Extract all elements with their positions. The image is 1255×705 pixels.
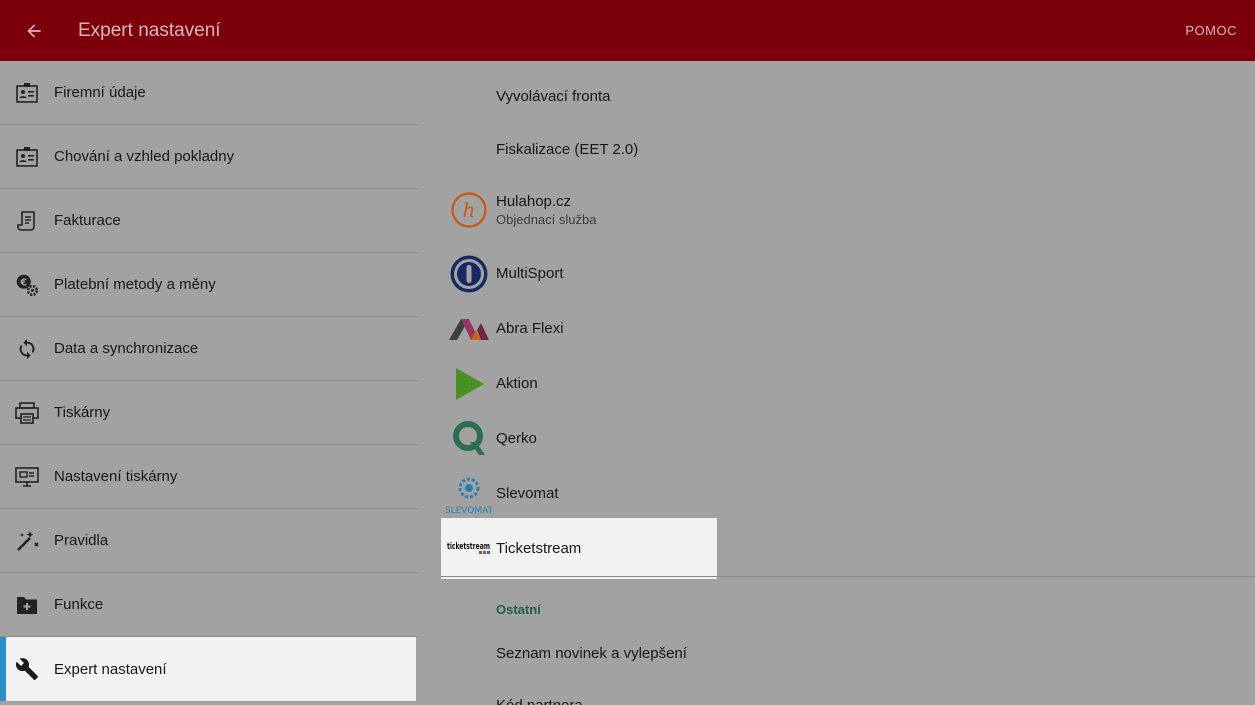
- list-item-hulahop[interactable]: h Hulahop.cz Objednací služba: [441, 182, 717, 237]
- sidebar-item-printers[interactable]: Tiskárny: [0, 381, 418, 445]
- sidebar-item-label: Nastavení tiskárny: [54, 468, 178, 485]
- wrench-icon: [0, 637, 54, 701]
- qerko-logo: [441, 411, 496, 466]
- list-item-title: Aktion: [496, 375, 538, 392]
- arrow-left-icon: [27, 23, 41, 38]
- sidebar-item-label: Expert nastavení: [54, 660, 167, 678]
- ticketstream-logo: ticketstream: [441, 521, 496, 576]
- page-title: Expert nastavení: [78, 19, 221, 41]
- settings-content: Vyvolávací fronta Fiskalizace (EET 2.0) …: [418, 61, 1255, 705]
- list-item-slevomat[interactable]: SLEVOMAT Slevomat: [441, 466, 717, 521]
- list-item-title: MultiSport: [496, 265, 564, 282]
- list-item-fiscalization[interactable]: Fiskalizace (EET 2.0): [441, 122, 717, 177]
- sidebar-item-functions[interactable]: Funkce: [0, 573, 418, 637]
- hulahop-logo: h: [441, 182, 496, 237]
- sidebar-item-label: Pravidla: [54, 532, 109, 549]
- sidebar-item-label: Funkce: [54, 596, 104, 613]
- sidebar-item-expert-settings[interactable]: Expert nastavení: [0, 637, 416, 701]
- back-button[interactable]: [0, 0, 68, 61]
- list-item-abra-flexi[interactable]: Abra Flexi: [441, 301, 717, 356]
- sidebar-item-company[interactable]: Firemní údaje: [0, 61, 418, 125]
- svg-text:€: €: [19, 277, 27, 288]
- invoice-scroll-icon: [0, 189, 54, 253]
- ticketstream-logo-text: ticketstream: [447, 542, 490, 552]
- list-item-qerko[interactable]: Qerko: [441, 411, 717, 466]
- list-item-title: Kód partnera: [496, 697, 583, 705]
- magic-wand-icon: [0, 509, 54, 573]
- list-item-title: Ticketstream: [496, 540, 582, 557]
- sidebar-item-invoicing[interactable]: Fakturace: [0, 189, 418, 253]
- svg-text:h: h: [462, 198, 475, 222]
- help-button[interactable]: POMOC: [1185, 0, 1237, 61]
- list-item-title: Abra Flexi: [496, 320, 564, 337]
- sidebar-item-sync[interactable]: Data a synchronizace: [0, 317, 418, 381]
- sidebar-item-label: Data a synchronizace: [54, 340, 199, 357]
- list-item-title: Slevomat: [496, 485, 559, 502]
- sidebar-item-payment-methods[interactable]: € Platební metody a měny: [0, 253, 418, 317]
- aktion-logo: [441, 356, 496, 411]
- contact-card-icon: [0, 125, 54, 189]
- list-item-title: Vyvolávací fronta: [496, 88, 611, 105]
- printer-settings-icon: [0, 445, 54, 509]
- list-item-call-queue[interactable]: Vyvolávací fronta: [441, 69, 717, 124]
- slevomat-logo-text: SLEVOMAT: [446, 506, 492, 516]
- printer-icon: [0, 381, 54, 445]
- list-item-subtitle: Objednací služba: [496, 211, 597, 227]
- sidebar-item-label: Chování a vzhled pokladny: [54, 148, 235, 165]
- sync-icon: [0, 317, 54, 381]
- currency-gear-icon: €: [0, 253, 54, 317]
- multisport-logo: [441, 246, 496, 301]
- slevomat-logo: SLEVOMAT: [441, 466, 496, 521]
- list-item-title: Hulahop.cz: [496, 192, 572, 210]
- abra-flexi-logo: [441, 301, 496, 356]
- sidebar-item-label: Platební metody a měny: [54, 276, 216, 293]
- list-item-title: Fiskalizace (EET 2.0): [496, 141, 639, 158]
- list-item-title: Qerko: [496, 430, 537, 447]
- sidebar-item-label: Fakturace: [54, 212, 121, 229]
- list-item-aktion[interactable]: Aktion: [441, 356, 717, 411]
- sidebar-item-behavior[interactable]: Chování a vzhled pokladny: [0, 125, 418, 189]
- sidebar-item-label: Tiskárny: [54, 404, 111, 421]
- list-item-partner-code[interactable]: Kód partnera: [441, 678, 717, 705]
- app-bar: Expert nastavení POMOC: [0, 0, 1255, 61]
- list-item-multisport[interactable]: MultiSport: [441, 246, 717, 301]
- sidebar-item-printer-settings[interactable]: Nastavení tiskárny: [0, 445, 418, 509]
- list-item-whats-new[interactable]: Seznam novinek a vylepšení: [441, 626, 717, 681]
- section-divider: [441, 576, 1255, 577]
- folder-plus-icon: [0, 573, 54, 637]
- list-item-ticketstream[interactable]: ticketstream Ticketstream: [441, 518, 717, 579]
- list-item-title: Seznam novinek a vylepšení: [496, 645, 687, 662]
- contact-card-icon: [0, 61, 54, 125]
- settings-sidebar: Firemní údaje Chování a vzhled pokladny …: [0, 61, 418, 705]
- sidebar-item-label: Firemní údaje: [54, 84, 146, 101]
- sidebar-item-rules[interactable]: Pravidla: [0, 509, 418, 573]
- section-title-other: Ostatní: [496, 602, 541, 617]
